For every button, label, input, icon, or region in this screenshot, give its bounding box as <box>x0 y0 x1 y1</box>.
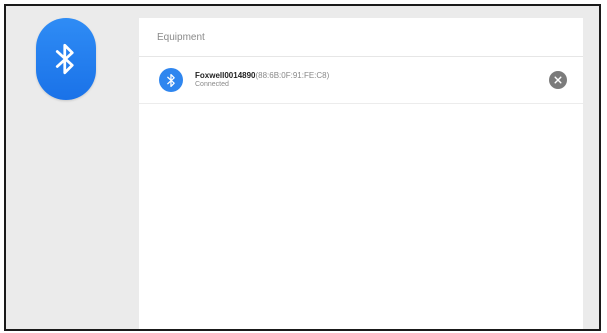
disconnect-button[interactable] <box>549 71 567 89</box>
device-bluetooth-badge <box>159 68 183 92</box>
device-list-item[interactable]: Foxwell0014890(88:6B:0F:91:FE:C8) Connec… <box>139 57 583 104</box>
device-mac-address: (88:6B:0F:91:FE:C8) <box>255 70 330 80</box>
device-title: Foxwell0014890(88:6B:0F:91:FE:C8) <box>195 71 329 80</box>
device-info: Foxwell0014890(88:6B:0F:91:FE:C8) Connec… <box>195 71 329 89</box>
bluetooth-icon <box>166 73 175 87</box>
device-name: Foxwell0014890 <box>195 70 256 80</box>
app-frame: Equipment Foxwell0014890(88:6B:0F:91:FE:… <box>4 4 601 331</box>
close-icon <box>554 76 562 84</box>
bluetooth-icon <box>55 43 74 75</box>
bluetooth-app-icon <box>36 18 96 100</box>
equipment-panel: Equipment Foxwell0014890(88:6B:0F:91:FE:… <box>139 18 583 329</box>
device-status: Connected <box>195 81 229 89</box>
panel-title: Equipment <box>139 18 583 57</box>
